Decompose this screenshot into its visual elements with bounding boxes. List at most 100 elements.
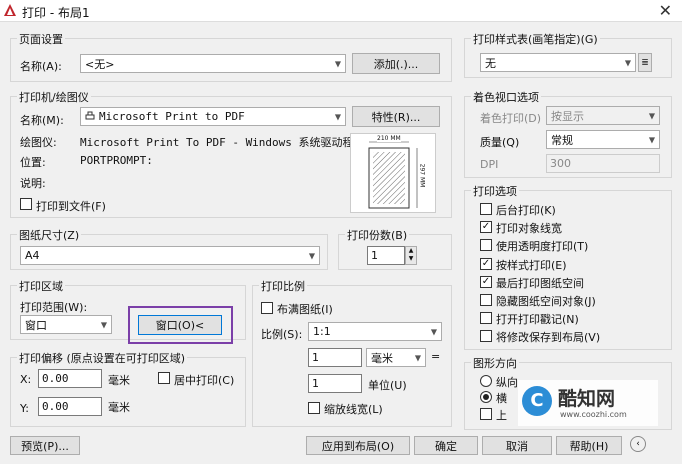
- add-button[interactable]: 添加(.)...: [352, 53, 440, 74]
- page-setup-name-value: <无>: [85, 57, 115, 71]
- scale-unit1: 毫米: [371, 351, 393, 365]
- copies-label: 打印份数(B): [345, 227, 410, 243]
- close-icon[interactable]: ✕: [659, 1, 672, 20]
- scale-label: 比例(S):: [261, 328, 303, 341]
- paper-size-value: A4: [25, 249, 40, 262]
- watermark-logo-icon: C: [522, 386, 552, 416]
- landscape-label: 横: [496, 392, 507, 405]
- fit-to-paper-checkbox[interactable]: [261, 302, 273, 314]
- chevron-down-icon: ▼: [648, 111, 655, 120]
- upside-down-checkbox[interactable]: [480, 408, 492, 420]
- scale-unit2: 单位(U): [368, 379, 407, 392]
- print-to-file-checkbox[interactable]: [20, 198, 32, 210]
- scale-unit-select[interactable]: 毫米 ▼: [366, 348, 426, 367]
- offset-y-label: Y:: [20, 402, 29, 415]
- watermark: C 酷知网 www.coozhi.com: [518, 380, 658, 426]
- preview-height-label: 297 MM: [418, 163, 426, 188]
- cancel-button[interactable]: 取消: [482, 436, 552, 455]
- plot-range-select[interactable]: 窗口 ▼: [20, 315, 112, 334]
- plot-option-label: 按样式打印(E): [496, 258, 567, 272]
- plot-style-select[interactable]: 无 ▼: [480, 53, 636, 72]
- window-pick-button[interactable]: 窗口(O)<: [138, 315, 222, 335]
- offset-y-input[interactable]: 0.00: [38, 397, 102, 416]
- printer-name-select[interactable]: Microsoft Print to PDF ▼: [80, 107, 346, 126]
- location-label: 位置:: [20, 156, 46, 169]
- page-setup-label: 页面设置: [17, 31, 65, 47]
- chevron-down-icon: ▼: [414, 353, 421, 362]
- plot-option-checkbox[interactable]: ✓: [480, 275, 492, 288]
- printer-group-label: 打印机/绘图仪: [17, 89, 91, 105]
- plot-option-label: 打印对象线宽: [496, 222, 562, 236]
- shade-plot-value: 按显示: [551, 109, 584, 123]
- plotter-value: Microsoft Print To PDF - Windows 系统驱动程..…: [80, 136, 374, 149]
- preview-button[interactable]: 预览(P)...: [10, 436, 80, 455]
- plot-option-checkbox[interactable]: [480, 203, 492, 215]
- center-plot-label: 居中打印(C): [174, 374, 235, 387]
- autocad-logo-icon: [4, 4, 16, 16]
- paper-size-select[interactable]: A4 ▼: [20, 246, 320, 265]
- upside-down-label: 上: [496, 409, 507, 422]
- chevron-down-icon: ▼: [624, 58, 631, 67]
- plot-range-label: 打印范围(W):: [20, 301, 88, 314]
- scale-value1: 1: [312, 351, 319, 364]
- collapse-icon[interactable]: ‹: [630, 436, 646, 452]
- printer-name-value: Microsoft Print to PDF: [99, 110, 245, 123]
- chevron-down-icon: ▼: [334, 59, 341, 68]
- plotter-label: 绘图仪:: [20, 136, 57, 149]
- offset-x-label: X:: [20, 373, 32, 386]
- printer-name-label: 名称(M):: [20, 114, 64, 127]
- portrait-radio[interactable]: [480, 375, 492, 387]
- quality-select[interactable]: 常规 ▼: [546, 130, 660, 149]
- offset-x-input[interactable]: 0.00: [38, 369, 102, 388]
- shade-plot-select[interactable]: 按显示 ▼: [546, 106, 660, 125]
- title-bar: [0, 0, 682, 22]
- dpi-input[interactable]: 300: [546, 154, 660, 173]
- plot-option-checkbox[interactable]: [480, 330, 492, 343]
- plot-option-label: 打开打印戳记(N): [496, 313, 579, 327]
- help-button[interactable]: 帮助(H): [556, 436, 622, 455]
- scale-value2-input[interactable]: 1: [308, 374, 362, 393]
- scale-lineweights-checkbox[interactable]: [308, 402, 320, 414]
- copies-spinner[interactable]: ▲ ▼: [405, 246, 417, 265]
- chevron-down-icon: ▼: [308, 251, 315, 260]
- chevron-down-icon: ▼: [100, 320, 107, 329]
- plot-option-checkbox[interactable]: [480, 312, 492, 325]
- edit-style-icon[interactable]: ≣: [638, 53, 652, 72]
- plot-option-label: 使用透明度打印(T): [496, 240, 589, 254]
- offset-x-value: 0.00: [42, 372, 69, 385]
- ok-button[interactable]: 确定: [414, 436, 478, 455]
- scale-select[interactable]: 1:1 ▼: [308, 322, 442, 341]
- quality-label: 质量(Q): [480, 136, 520, 149]
- properties-button[interactable]: 特性(R)...: [352, 106, 440, 127]
- center-plot-checkbox[interactable]: [158, 372, 170, 384]
- plot-option-checkbox[interactable]: [480, 294, 492, 306]
- window-title: 打印 - 布局1: [22, 6, 90, 20]
- fit-to-paper-label: 布满图纸(I): [277, 303, 333, 316]
- apply-to-layout-button[interactable]: 应用到布局(O): [306, 436, 410, 455]
- plot-style-value: 无: [485, 56, 496, 70]
- paper-preview: 210 MM 297 MM: [350, 133, 436, 213]
- plot-option-checkbox[interactable]: ✓: [480, 221, 492, 234]
- page-setup-name-select[interactable]: <无> ▼: [80, 54, 346, 73]
- page-setup-name-label: 名称(A):: [20, 60, 62, 73]
- plot-option-label: 后台打印(K): [496, 204, 556, 217]
- plot-scale-label: 打印比例: [259, 278, 307, 294]
- plot-option-checkbox[interactable]: ✓: [480, 257, 492, 270]
- printer-icon: [85, 111, 95, 121]
- chevron-down-icon: ▼: [430, 327, 437, 336]
- portrait-label: 纵向: [496, 376, 518, 389]
- copies-input[interactable]: 1: [367, 246, 405, 265]
- plot-option-checkbox[interactable]: [480, 239, 492, 252]
- offset-y-value: 0.00: [42, 400, 69, 413]
- quality-value: 常规: [551, 133, 573, 147]
- plot-area-label: 打印区域: [17, 278, 65, 294]
- plot-option-label: 隐藏图纸空间对象(J): [496, 295, 596, 308]
- dpi-label: DPI: [480, 158, 499, 171]
- dpi-value: 300: [550, 157, 571, 170]
- landscape-radio[interactable]: [480, 391, 492, 403]
- scale-value1-input[interactable]: 1: [308, 348, 362, 367]
- offset-y-unit: 毫米: [108, 401, 130, 414]
- offset-x-unit: 毫米: [108, 374, 130, 387]
- watermark-name: 酷知网: [558, 388, 616, 410]
- shade-plot-label: 着色打印(D): [480, 112, 542, 125]
